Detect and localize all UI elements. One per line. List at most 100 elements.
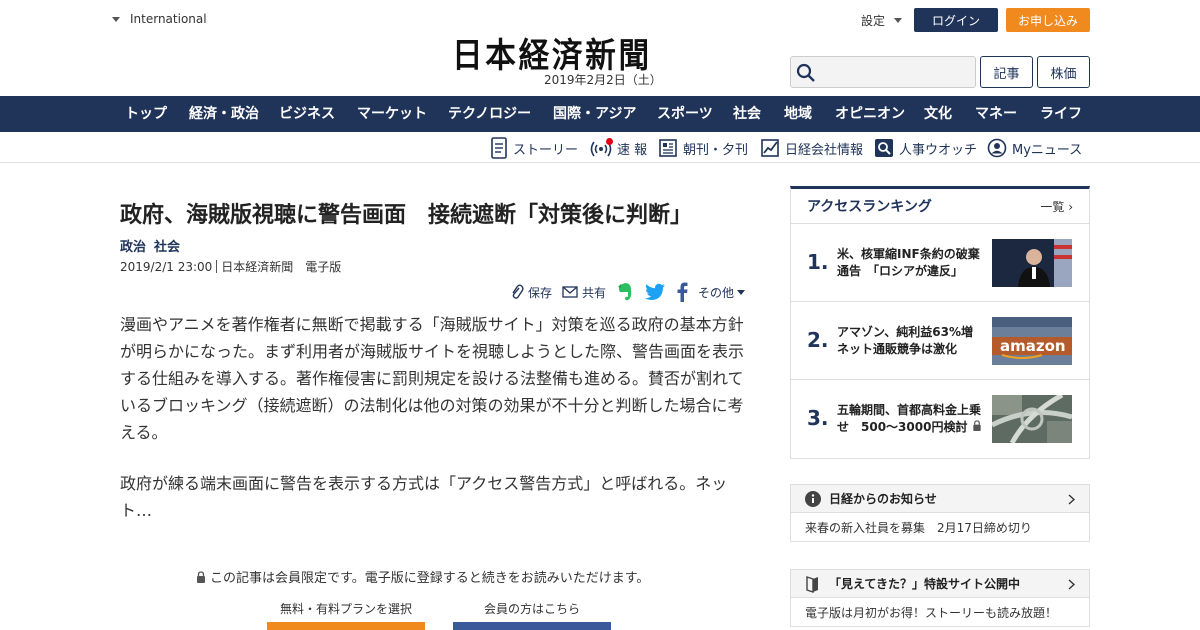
lock-icon — [972, 420, 981, 431]
nav-region[interactable]: 地域 — [784, 96, 812, 132]
sub-nav: ストーリー 速 報 朝刊・夕刊 日経会社情報 人事ウオッチ Myニュース — [0, 132, 1200, 163]
promo-title: 「見えてきた？」特設サイト公開中 — [829, 577, 1021, 591]
newspaper-icon — [659, 139, 677, 157]
chevron-right-icon: › — [1068, 199, 1073, 214]
save-button[interactable]: 保存 — [510, 284, 552, 301]
nav-top[interactable]: トップ — [125, 96, 167, 132]
alert-dot — [606, 138, 613, 145]
edition-label: International — [130, 12, 207, 26]
article-paragraph: 漫画やアニメを著作権者に無断で掲載する「海賊版サイト」対策を巡る政府の基本方針が… — [120, 315, 745, 442]
notice-header[interactable]: 日経からのお知らせ — [791, 485, 1089, 513]
ranking-item[interactable]: 1. 米、核軍縮INF条約の破棄通告 「ロシアが違反」 — [791, 224, 1089, 302]
members-only-note: この記事は会員限定です。電子版に登録すると続きをお読みいただけます。 — [196, 567, 649, 586]
promo-header[interactable]: 「見えてきた？」特設サイト公開中 — [791, 570, 1089, 598]
article-headline: 政府、海賊版視聴に警告画面 接続遮断「対策後に判断」 — [120, 203, 693, 228]
nav-culture[interactable]: 文化 — [924, 96, 952, 132]
twitter-button[interactable] — [644, 283, 666, 301]
plan-select-button[interactable] — [267, 622, 425, 630]
chevron-right-icon — [1068, 494, 1075, 505]
document-icon — [491, 137, 507, 159]
ranking-headline: 米、核軍縮INF条約の破棄通告 「ロシアが違反」 — [837, 247, 980, 278]
main-nav: トップ 経済・政治 ビジネス マーケット テクノロジー 国際・アジア スポーツ … — [0, 96, 1200, 132]
subnav-breaking[interactable]: 速 報 — [590, 137, 647, 159]
evernote-button[interactable] — [616, 282, 634, 302]
promo-box: 「見えてきた？」特設サイト公開中 電子版は月初がお得！ストーリーも読み放題！ — [790, 569, 1090, 627]
settings-label: 設定 — [861, 14, 886, 28]
nav-technology[interactable]: テクノロジー — [448, 96, 531, 132]
ranking-thumbnail — [992, 395, 1072, 443]
search-icon[interactable] — [796, 63, 816, 87]
more-label: その他 — [698, 285, 735, 300]
subnav-company-info[interactable]: 日経会社情報 — [760, 137, 863, 159]
subnav-my-news-label: Myニュース — [1012, 142, 1083, 158]
info-icon — [805, 490, 821, 507]
access-ranking: アクセスランキング 一覧 › 1. 米、核軍縮INF条約の破棄通告 「ロシアが違… — [790, 186, 1090, 459]
ranking-title: アクセスランキング — [807, 199, 932, 215]
nav-life[interactable]: ライフ — [1040, 96, 1082, 132]
article-meta: 2019/2/1 23:00 日本経済新聞 電子版 — [120, 258, 341, 275]
share-button[interactable]: 共有 — [562, 284, 606, 301]
nav-sports[interactable]: スポーツ — [657, 96, 713, 132]
category-society[interactable]: 社会 — [154, 236, 180, 255]
broadcast-icon — [590, 137, 613, 159]
ranking-more-label: 一覧 — [1040, 199, 1065, 214]
ranking-thumbnail — [992, 239, 1072, 287]
promo-body[interactable]: 電子版は月初がお得！ストーリーも読み放題！ — [791, 598, 1089, 626]
articles-button[interactable]: 記事 — [980, 56, 1033, 88]
paperclip-icon — [512, 284, 524, 299]
apply-button[interactable]: お申し込み — [1006, 8, 1090, 32]
notice-title: 日経からのお知らせ — [829, 492, 937, 506]
nikkei-logo[interactable]: 日本経済新聞 — [452, 28, 718, 77]
member-login-button[interactable] — [453, 622, 611, 630]
subnav-story-label: ストーリー — [513, 142, 579, 158]
members-only-text: この記事は会員限定です。電子版に登録すると続きをお読みいただけます。 — [210, 571, 650, 586]
edition-selector[interactable]: International — [112, 12, 207, 26]
facebook-button[interactable] — [676, 282, 688, 302]
login-button[interactable]: ログイン — [914, 8, 998, 32]
member-login-label: 会員の方はこちら — [484, 602, 581, 616]
nav-business[interactable]: ビジネス — [279, 96, 335, 132]
plan-select-label: 無料・有料プランを選択 — [280, 602, 413, 616]
ranking-header: アクセスランキング 一覧 › — [791, 189, 1089, 224]
caret-down-icon — [737, 289, 746, 295]
ranking-number: 2. — [807, 328, 829, 352]
ranking-headline: アマゾン、純利益63%増 ネット通販競争は激化 — [837, 325, 974, 356]
user-icon — [987, 138, 1007, 158]
evernote-icon — [618, 283, 632, 301]
nav-international-asia[interactable]: 国際・アジア — [553, 96, 636, 132]
caret-down-icon — [894, 18, 903, 23]
chevron-right-icon — [1068, 579, 1075, 590]
subnav-story[interactable]: ストーリー — [490, 137, 578, 159]
caret-down-icon — [112, 16, 120, 22]
stocks-button[interactable]: 株価 — [1037, 56, 1090, 88]
search-input[interactable] — [823, 57, 973, 87]
ranking-number: 3. — [807, 406, 829, 430]
settings-menu[interactable]: 設定 — [861, 12, 903, 29]
share-label: 共有 — [582, 285, 607, 300]
divider — [216, 260, 218, 273]
more-share-button[interactable]: その他 — [698, 284, 746, 301]
nav-market[interactable]: マーケット — [357, 96, 427, 132]
ranking-item[interactable]: 2. アマゾン、純利益63%増 ネット通販競争は激化 amazon — [791, 302, 1089, 380]
search-box — [790, 56, 976, 88]
ranking-item[interactable]: 3. 五輪期間、首都高料金上乗せ 500～3000円検討 — [791, 380, 1089, 458]
ranking-more-link[interactable]: 一覧 › — [1040, 198, 1073, 215]
lock-icon — [197, 570, 205, 583]
header-date: 2019年2月2日（土） — [544, 73, 662, 87]
nav-society[interactable]: 社会 — [733, 96, 761, 132]
nav-money[interactable]: マネー — [975, 96, 1017, 132]
svg-text:amazon: amazon — [1000, 337, 1066, 355]
category-politics[interactable]: 政治 — [120, 236, 146, 255]
subnav-my-news[interactable]: Myニュース — [987, 137, 1082, 159]
article-paragraph: 政府が練る端末画面に警告を表示する方式は「アクセス警告方式」と呼ばれる。ネット… — [120, 474, 728, 520]
nav-economy-politics[interactable]: 経済・政治 — [189, 96, 259, 132]
subnav-personnel-watch-label: 人事ウオッチ — [899, 142, 978, 158]
nav-opinion[interactable]: オピニオン — [835, 96, 905, 132]
notice-body[interactable]: 来春の新入社員を募集 2月17日締め切り — [791, 513, 1089, 541]
subnav-morning-evening[interactable]: 朝刊・夕刊 — [658, 137, 748, 159]
subnav-company-info-label: 日経会社情報 — [785, 142, 864, 158]
subnav-breaking-label: 速 報 — [617, 142, 648, 158]
subnav-personnel-watch[interactable]: 人事ウオッチ — [874, 137, 977, 159]
chart-line-icon — [761, 139, 779, 157]
book-icon — [806, 575, 818, 593]
